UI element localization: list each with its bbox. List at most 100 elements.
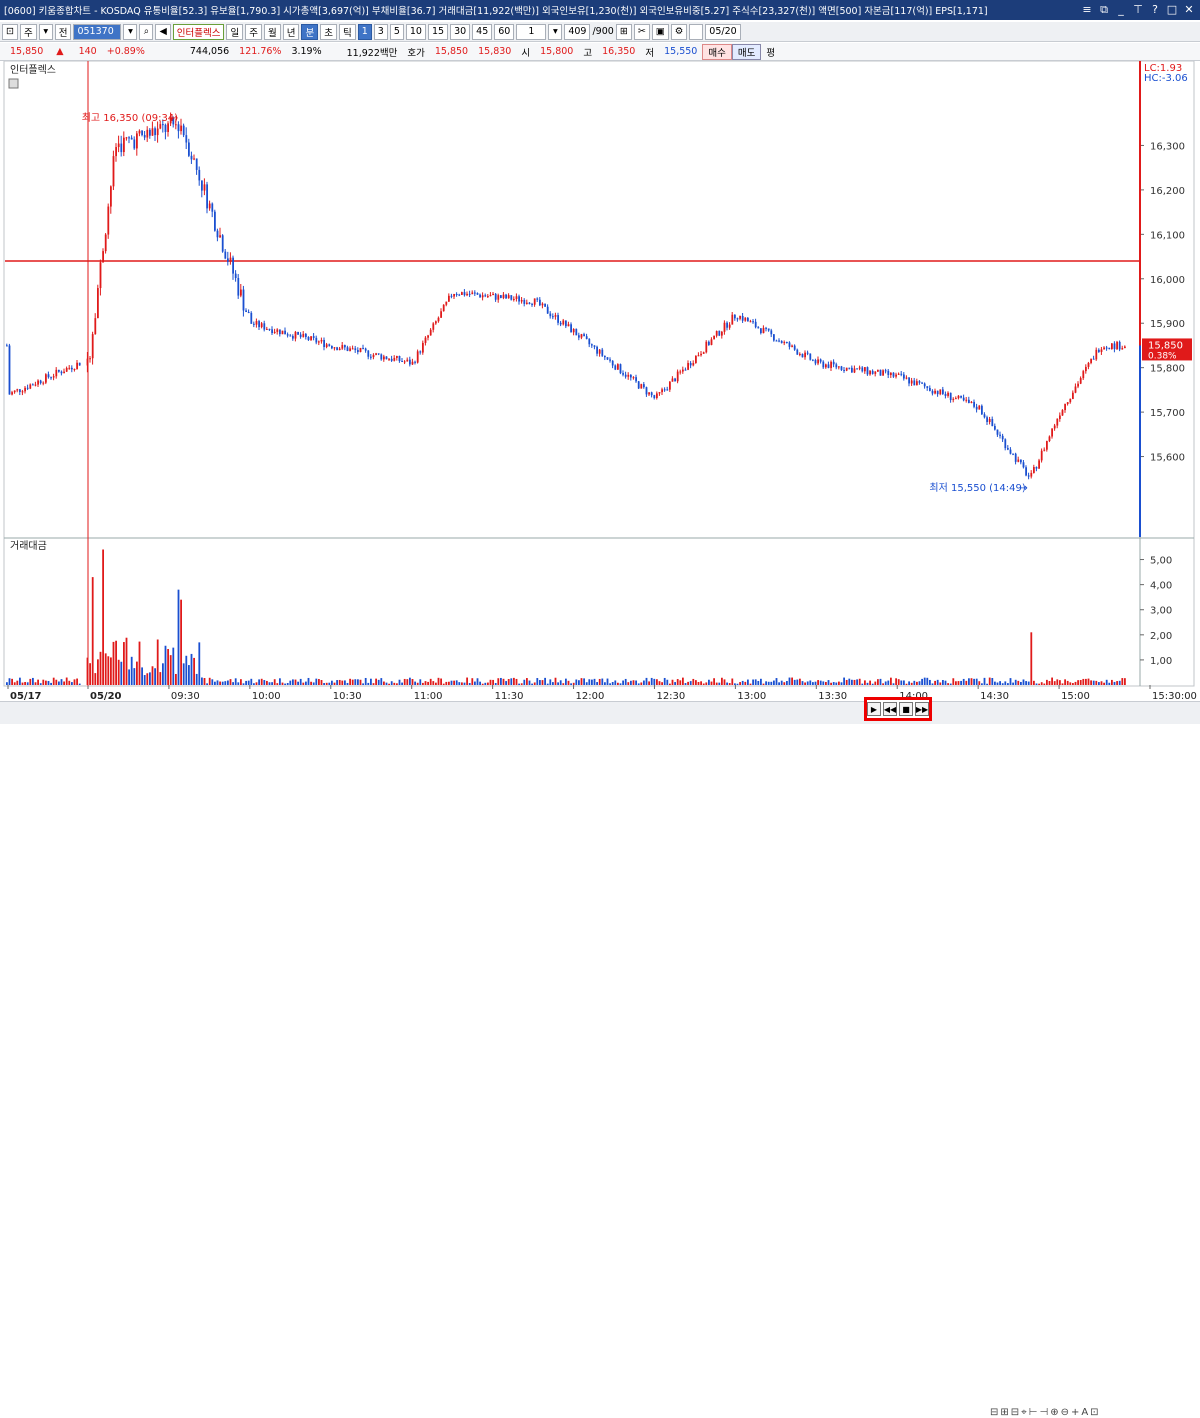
minimize-icon[interactable]: _	[1114, 3, 1128, 17]
window-icon[interactable]: ⊡	[2, 23, 18, 40]
interval-15[interactable]: 15	[427, 23, 449, 40]
buy-button[interactable]: 매수	[702, 43, 732, 60]
period-day[interactable]: 일	[226, 23, 244, 40]
candle-body	[554, 315, 557, 317]
settings-icon[interactable]: ⚙	[670, 23, 688, 40]
volume-bar	[307, 677, 310, 685]
candle-body	[741, 315, 744, 321]
fast-forward-icon[interactable]: ▶▶	[915, 702, 929, 716]
candle-body	[747, 317, 749, 322]
candle-body	[42, 382, 45, 384]
average-button[interactable]: 평	[761, 45, 780, 59]
close-icon[interactable]: ✕	[1182, 3, 1196, 17]
volume-bar	[138, 641, 141, 685]
pin-icon[interactable]: ⊤	[1131, 3, 1145, 17]
interval-10[interactable]: 10	[405, 23, 426, 40]
candle-body	[128, 137, 130, 139]
volume-bar	[970, 678, 973, 685]
volume-bar	[182, 663, 185, 685]
stock-name-button[interactable]: 인터플렉스	[172, 23, 225, 40]
volume-bar	[632, 680, 635, 685]
low-price: 15,550	[664, 46, 698, 57]
volume-bar	[778, 682, 780, 685]
period-tick[interactable]: 틱	[338, 23, 356, 40]
date-checkbox[interactable]	[689, 23, 704, 40]
help-icon[interactable]: ?	[1148, 3, 1162, 17]
volume-bar	[1007, 683, 1009, 685]
date-input[interactable]: 05/20	[705, 23, 741, 40]
candle-body	[94, 318, 97, 335]
volume-bar	[281, 682, 284, 685]
save-icon[interactable]: ▣	[651, 23, 669, 40]
volume-bar	[156, 639, 159, 685]
play-icon[interactable]: ▶	[867, 702, 881, 716]
volume-bar	[422, 682, 424, 685]
market-select[interactable]: 주	[19, 23, 37, 40]
speaker-icon[interactable]: ◀	[155, 23, 171, 40]
volume-bar	[637, 683, 640, 685]
stock-code-input[interactable]: 051370	[73, 23, 122, 40]
low-arrow-icon: →	[1019, 483, 1027, 494]
search-icon[interactable]: ⌕	[139, 23, 154, 40]
count-select[interactable]: 1	[516, 23, 547, 40]
range-select[interactable]: 전	[54, 23, 72, 40]
interval-60[interactable]: 60	[494, 23, 515, 40]
candle-body	[63, 371, 65, 374]
count-display[interactable]: 409	[564, 23, 591, 40]
candle-body	[814, 359, 817, 364]
candle-body	[289, 335, 292, 337]
chart-area[interactable]: 15,600 15,700 15,800 15,900 16,000 16,100 16,2…	[0, 60, 1200, 702]
sell-button[interactable]: 매도	[731, 43, 762, 60]
grid-icon[interactable]: ⊞	[615, 23, 632, 40]
candle-body	[102, 251, 104, 263]
time-tick-label: 14:30	[980, 691, 1009, 701]
candle-body	[897, 373, 900, 375]
bottom-tool-icons[interactable]: ⊟⊞⊟⌖⊢⊣⊕⊖+A⊡	[990, 1407, 1101, 1418]
rewind-icon[interactable]: ◀◀	[883, 702, 897, 716]
candle-body	[359, 347, 362, 353]
candle-body	[1092, 358, 1095, 360]
period-month[interactable]: 월	[263, 23, 281, 40]
candle-body	[611, 360, 614, 366]
interval-45[interactable]: 45	[472, 23, 493, 40]
stop-icon[interactable]: ■	[899, 702, 913, 716]
restore-icon[interactable]: ⧉	[1097, 3, 1111, 17]
window-menu-icon[interactable]: ≡	[1080, 3, 1094, 17]
period-second[interactable]: 초	[320, 23, 337, 40]
candle-body	[606, 357, 609, 360]
volume-bar	[947, 683, 949, 685]
volume-bar	[752, 679, 754, 685]
candle-body	[310, 336, 312, 340]
candle-body	[1074, 386, 1077, 393]
candle-body	[398, 355, 401, 361]
volume-bar	[965, 680, 968, 685]
candle-body	[570, 324, 572, 333]
candle-body	[29, 384, 32, 389]
candle-body	[575, 328, 578, 336]
period-week[interactable]: 주	[245, 23, 262, 40]
candle-body	[292, 336, 294, 339]
volume-bar	[996, 682, 999, 685]
candle-body	[167, 123, 169, 132]
interval-1[interactable]: 1	[357, 23, 372, 40]
candle-body	[232, 257, 234, 274]
interval-30[interactable]: 30	[450, 23, 471, 40]
maximize-icon[interactable]: □	[1165, 3, 1179, 17]
volume-bar	[125, 637, 128, 685]
interval-3[interactable]: 3	[373, 23, 388, 40]
candle-body	[377, 353, 380, 355]
candlestick-chart[interactable]: 15,600 15,700 15,800 15,900 16,000 16,100 16,2…	[0, 60, 1200, 702]
period-minute[interactable]: 분	[301, 23, 319, 40]
volume-bar	[71, 682, 73, 685]
interval-5[interactable]: 5	[389, 23, 404, 40]
volume-bar	[214, 681, 216, 685]
candle-body	[185, 135, 188, 143]
quote-label: 호가	[407, 47, 425, 59]
code-dropdown-icon[interactable]: ▾	[123, 23, 138, 40]
volume-bar	[949, 683, 952, 685]
count-dropdown-icon[interactable]: ▾	[548, 23, 563, 40]
scissors-icon[interactable]: ✂	[633, 23, 650, 40]
volume-tick-label: 3,00	[1150, 606, 1172, 617]
period-year[interactable]: 년	[282, 23, 300, 40]
market-dropdown-icon[interactable]: ▾	[38, 23, 53, 40]
